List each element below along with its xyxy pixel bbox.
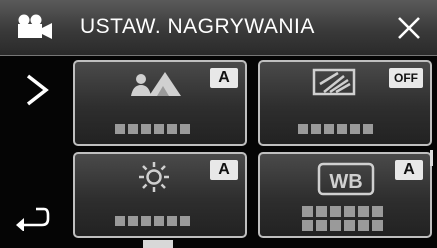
- value-indicator: [298, 124, 373, 134]
- tile-backlight-compensation[interactable]: OFF: [258, 60, 432, 146]
- page-title: USTAW. NAGRYWANIA: [80, 15, 315, 38]
- header-bar: USTAW. NAGRYWANIA: [0, 0, 437, 56]
- mode-badge: A: [395, 160, 423, 180]
- return-arrow-icon[interactable]: [14, 203, 50, 231]
- chevron-right-icon[interactable]: [24, 72, 50, 108]
- video-camera-icon: [18, 14, 52, 39]
- scroll-indicator: [430, 150, 433, 166]
- mode-badge: A: [210, 160, 238, 180]
- close-icon[interactable]: [393, 12, 425, 44]
- brightness-sun-icon: [139, 162, 169, 192]
- white-balance-icon: WB: [317, 162, 375, 196]
- tile-brightness[interactable]: A: [73, 152, 247, 238]
- backlight-compensation-icon: [312, 68, 356, 96]
- tile-scene-select[interactable]: A: [73, 60, 247, 146]
- recording-settings-screen: USTAW. NAGRYWANIA A OFF A WB A: [0, 0, 437, 248]
- value-indicator: [115, 124, 190, 134]
- page-indicator: [143, 240, 173, 248]
- mode-badge: A: [210, 68, 238, 88]
- value-indicator: [302, 206, 392, 231]
- white-balance-label: WB: [329, 171, 362, 193]
- value-indicator: [115, 216, 190, 226]
- scene-mountains-icon: [131, 72, 181, 96]
- tile-white-balance[interactable]: WB A: [258, 152, 432, 238]
- mode-badge: OFF: [389, 68, 423, 88]
